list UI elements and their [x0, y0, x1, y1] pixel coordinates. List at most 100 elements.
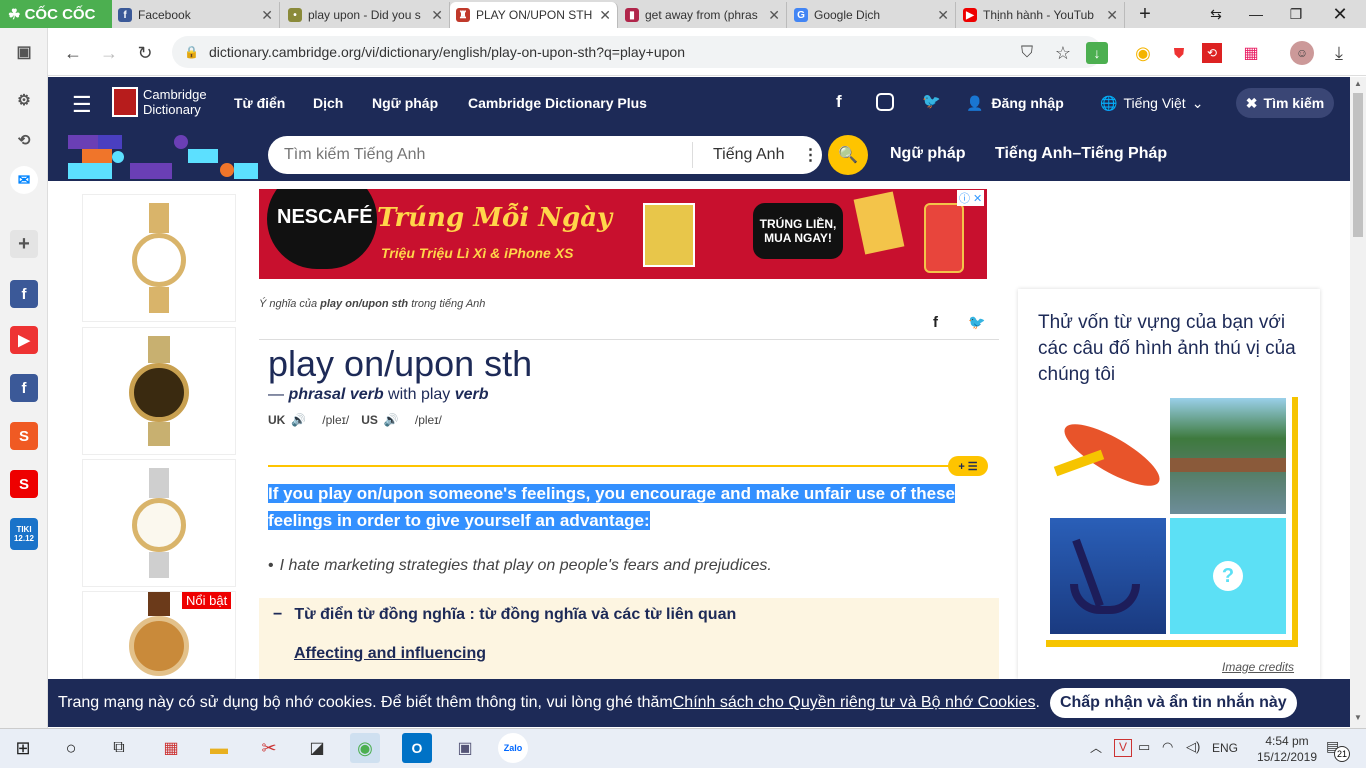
search-button[interactable]: 🔍: [828, 135, 868, 175]
close-tab-icon[interactable]: ✕: [431, 7, 443, 24]
sticky-notes-icon[interactable]: ◪: [302, 733, 332, 763]
close-tab-icon[interactable]: ✕: [1106, 7, 1118, 24]
extension-red-icon[interactable]: ⟲: [1202, 43, 1222, 63]
image-credits-link[interactable]: Image credits: [1222, 660, 1294, 674]
tab-facebook[interactable]: f Facebook ✕: [112, 2, 280, 28]
history-icon[interactable]: ⟲: [10, 126, 38, 154]
tab-google-translate[interactable]: G Google Dịch ✕: [788, 2, 956, 28]
unikey-icon[interactable]: V: [1114, 739, 1132, 757]
watch-ad-3[interactable]: [82, 459, 236, 587]
english-french-link[interactable]: Tiếng Anh–Tiếng Pháp: [995, 145, 1167, 163]
site-logo[interactable]: Cambridge Dictionary: [143, 87, 207, 117]
share-facebook-icon[interactable]: f: [933, 314, 938, 331]
volume-icon[interactable]: ◁): [1186, 739, 1200, 755]
accept-cookies-button[interactable]: Chấp nhận và ẩn tin nhắn này: [1049, 688, 1297, 718]
url-field[interactable]: 🔒 dictionary.cambridge.org/vi/dictionary…: [172, 36, 1102, 68]
search-toggle-button[interactable]: ✖ Tìm kiếm: [1236, 88, 1334, 118]
nav-translate[interactable]: Dịch: [313, 77, 343, 129]
sendo-icon[interactable]: S: [10, 470, 38, 498]
windows-start-icon[interactable]: ⊞: [8, 733, 38, 763]
close-window-icon[interactable]: ✕: [1320, 0, 1360, 28]
thesaurus-link[interactable]: Affecting and influencing: [294, 645, 486, 663]
instagram-icon[interactable]: [876, 93, 894, 111]
tiki-icon[interactable]: TIKI 12.12: [10, 518, 38, 550]
input-language[interactable]: ENG: [1212, 741, 1238, 755]
search-input[interactable]: [284, 146, 684, 164]
nav-dictionary[interactable]: Từ điển: [234, 77, 285, 129]
tab-get-away[interactable]: ▮ get away from (phras ✕: [619, 2, 787, 28]
file-explorer-icon[interactable]: ▬: [204, 733, 234, 763]
cookie-policy-link[interactable]: Chính sách cho Quyền riêng tư và Bộ nhớ …: [673, 694, 1036, 712]
page-scrollbar[interactable]: ▲ ▼: [1350, 77, 1366, 728]
grammar-link[interactable]: Ngữ pháp: [890, 145, 966, 163]
app-icon[interactable]: ▣: [450, 733, 480, 763]
restore-tabs-icon[interactable]: ⇆: [1196, 0, 1236, 28]
anchor-image[interactable]: [1050, 518, 1166, 634]
speaker-icon[interactable]: 🔊: [291, 413, 306, 427]
snipping-tool-icon[interactable]: ✂: [254, 733, 284, 763]
scroll-up-icon[interactable]: ▲: [1350, 79, 1366, 91]
profile-avatar[interactable]: ☺: [1290, 41, 1314, 65]
shield-icon[interactable]: ⛉: [1014, 40, 1040, 66]
watch-ad-1[interactable]: [82, 194, 236, 322]
wifi-icon[interactable]: ◠: [1162, 739, 1173, 755]
adblock-icon[interactable]: ⛊: [1166, 40, 1192, 66]
tab-play-upon[interactable]: • play upon - Did you s ✕: [282, 2, 450, 28]
tab-youtube[interactable]: ▶ Thịnh hành - YouTub ✕: [957, 2, 1125, 28]
download-savior-icon[interactable]: ↓: [1086, 42, 1108, 64]
barge-image[interactable]: [1170, 398, 1286, 514]
thesaurus-header[interactable]: − Từ điển từ đồng nghĩa : từ đồng nghĩa …: [273, 606, 736, 624]
messenger-icon[interactable]: ✉: [10, 166, 38, 194]
twitter-icon[interactable]: 🐦: [922, 92, 941, 110]
extension-grid-icon[interactable]: ▦: [1238, 40, 1264, 66]
tab-cambridge[interactable]: ♜ PLAY ON/UPON STH ✕: [450, 2, 618, 28]
facebook-app-icon[interactable]: f: [10, 280, 38, 308]
show-hidden-icons[interactable]: ︿: [1090, 739, 1102, 756]
new-tab-button[interactable]: +: [1125, 0, 1165, 28]
speaker-icon[interactable]: 🔊: [384, 413, 399, 427]
clock[interactable]: 4:54 pm 15/12/2019: [1252, 733, 1322, 765]
coccoc-taskbar-icon[interactable]: ◉: [350, 733, 380, 763]
more-options-icon[interactable]: ⋮: [802, 145, 818, 165]
login-link[interactable]: 👤 Đăng nhập: [966, 77, 1064, 129]
nav-grammar[interactable]: Ngữ pháp: [372, 77, 438, 129]
facebook-icon[interactable]: f: [836, 92, 842, 112]
cambridge-crest-icon[interactable]: [112, 87, 138, 117]
facebook-app-icon[interactable]: f: [10, 374, 38, 402]
kayak-image[interactable]: [1050, 398, 1168, 514]
battery-icon[interactable]: ▭: [1138, 739, 1150, 755]
nescafe-banner[interactable]: NESCAFÉ Trúng Mỗi Ngày Triệu Triệu Lì Xì…: [259, 189, 987, 279]
nav-plus[interactable]: Cambridge Dictionary Plus: [468, 77, 647, 129]
outlook-icon[interactable]: O: [402, 733, 432, 763]
scroll-down-icon[interactable]: ▼: [1350, 713, 1366, 725]
back-button[interactable]: ←: [60, 40, 86, 66]
hamburger-menu-icon[interactable]: ☰: [72, 92, 92, 118]
watch-ad-2[interactable]: [82, 327, 236, 455]
bookmark-star-icon[interactable]: ☆: [1050, 40, 1076, 66]
language-selector[interactable]: 🌐 Tiếng Việt ⌄: [1100, 77, 1203, 129]
close-tab-icon[interactable]: ✕: [937, 7, 949, 24]
close-tab-icon[interactable]: ✕: [599, 7, 611, 24]
coccoc-brand[interactable]: ☘ CỐC CỐC: [0, 0, 112, 28]
task-view-icon[interactable]: ⧉: [104, 733, 134, 763]
maximize-icon[interactable]: ❐: [1276, 0, 1316, 28]
app-icon[interactable]: ▦: [156, 733, 186, 763]
youtube-app-icon[interactable]: ▶: [10, 326, 38, 354]
downloads-icon[interactable]: ⤓: [1326, 40, 1352, 66]
mystery-image[interactable]: ?: [1170, 518, 1286, 634]
extension-chrome-icon[interactable]: ◉: [1130, 40, 1156, 66]
share-twitter-icon[interactable]: 🐦: [968, 314, 985, 331]
zalo-icon[interactable]: Zalo: [498, 733, 528, 763]
search-icon[interactable]: ○: [56, 733, 86, 763]
settings-icon[interactable]: ⚙: [10, 86, 38, 114]
scroll-thumb[interactable]: [1353, 93, 1363, 237]
dictionary-select[interactable]: Tiếng Anh: [713, 146, 784, 164]
minimize-icon[interactable]: —: [1236, 0, 1276, 28]
reload-button[interactable]: ↻: [132, 40, 158, 66]
add-to-list-button[interactable]: + ☰: [948, 456, 988, 476]
close-tab-icon[interactable]: ✕: [261, 7, 273, 24]
adchoices-icon[interactable]: ⓘ ✕: [957, 190, 985, 206]
close-tab-icon[interactable]: ✕: [768, 7, 780, 24]
add-app-icon[interactable]: +: [10, 230, 38, 258]
shopee-icon[interactable]: S: [10, 422, 38, 450]
